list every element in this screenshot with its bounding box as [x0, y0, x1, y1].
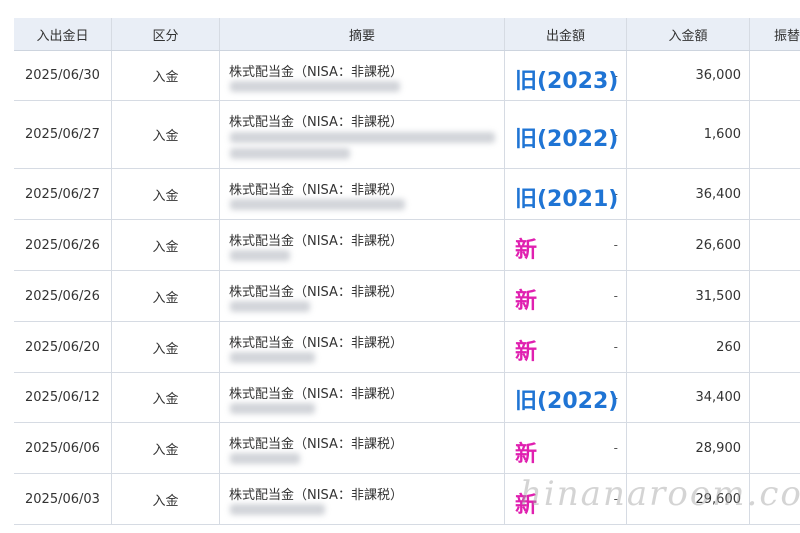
- table-row[interactable]: 2025/06/26 入金 株式配当金（NISA：非課税） 新 - 26,600: [14, 220, 800, 271]
- redacted-text: [230, 199, 405, 210]
- transfer-cell: [750, 169, 800, 219]
- redacted-text: [230, 148, 350, 159]
- summary-text: 株式配当金（NISA：非課税）: [229, 234, 403, 249]
- date-cell: 2025/06/27: [14, 101, 112, 168]
- date-cell: 2025/06/30: [14, 51, 112, 100]
- redacted-text: [230, 81, 400, 92]
- nisa-tag: 新: [515, 289, 538, 314]
- header-type[interactable]: 区分: [112, 18, 220, 50]
- withdrawal-cell: 旧(2022) -: [505, 373, 627, 422]
- transfer-cell: [750, 271, 800, 321]
- transfer-cell: [750, 423, 800, 473]
- type-cell: 入金: [112, 474, 220, 524]
- type-cell: 入金: [112, 220, 220, 270]
- withdrawal-cell: 旧(2021) -: [505, 169, 627, 219]
- type-cell: 入金: [112, 101, 220, 168]
- table-row[interactable]: 2025/06/27 入金 株式配当金（NISA：非課税） 旧(2022) - …: [14, 101, 800, 169]
- type-cell: 入金: [112, 322, 220, 372]
- type-cell: 入金: [112, 169, 220, 219]
- nisa-tag: 旧(2022): [515, 127, 619, 152]
- table-row[interactable]: 2025/06/26 入金 株式配当金（NISA：非課税） 新 - 31,500: [14, 271, 800, 322]
- summary-cell: 株式配当金（NISA：非課税）: [220, 423, 505, 473]
- nisa-tag: 新: [515, 238, 538, 263]
- transfer-cell: [750, 322, 800, 372]
- table-row[interactable]: 2025/06/30 入金 株式配当金（NISA：非課税） 旧(2023) - …: [14, 51, 800, 101]
- summary-cell: 株式配当金（NISA：非課税）: [220, 51, 505, 100]
- table-row[interactable]: 2025/06/27 入金 株式配当金（NISA：非課税） 旧(2021) - …: [14, 169, 800, 220]
- withdrawal-value: -: [613, 441, 618, 455]
- type-cell: 入金: [112, 423, 220, 473]
- redacted-text: [230, 301, 310, 312]
- summary-text: 株式配当金（NISA：非課税）: [229, 285, 403, 300]
- summary-cell: 株式配当金（NISA：非課税）: [220, 322, 505, 372]
- header-withdrawal[interactable]: 出金額: [505, 18, 627, 50]
- withdrawal-cell: 新 -: [505, 271, 627, 321]
- summary-text: 株式配当金（NISA：非課税）: [229, 115, 403, 130]
- summary-text: 株式配当金（NISA：非課税）: [229, 387, 403, 402]
- deposit-cell: 34,400: [627, 373, 750, 422]
- summary-cell: 株式配当金（NISA：非課税）: [220, 220, 505, 270]
- nisa-tag: 新: [515, 442, 538, 467]
- table-row[interactable]: 2025/06/06 入金 株式配当金（NISA：非課税） 新 - 28,900: [14, 423, 800, 474]
- header-transfer[interactable]: 振替: [750, 18, 800, 50]
- transaction-table: 入出金日 区分 摘要 出金額 入金額 振替 2025/06/30 入金 株式配当…: [14, 18, 800, 525]
- date-cell: 2025/06/20: [14, 322, 112, 372]
- type-cell: 入金: [112, 373, 220, 422]
- redacted-text: [230, 132, 495, 143]
- redacted-text: [230, 504, 325, 515]
- withdrawal-cell: 新 -: [505, 423, 627, 473]
- transfer-cell: [750, 51, 800, 100]
- date-cell: 2025/06/03: [14, 474, 112, 524]
- table-row[interactable]: 2025/06/20 入金 株式配当金（NISA：非課税） 新 - 260: [14, 322, 800, 373]
- type-cell: 入金: [112, 271, 220, 321]
- redacted-text: [230, 453, 300, 464]
- type-cell: 入金: [112, 51, 220, 100]
- summary-text: 株式配当金（NISA：非課税）: [229, 183, 403, 198]
- transfer-cell: [750, 373, 800, 422]
- table-header: 入出金日 区分 摘要 出金額 入金額 振替: [14, 18, 800, 51]
- header-deposit[interactable]: 入金額: [627, 18, 750, 50]
- nisa-tag: 旧(2023): [515, 69, 619, 94]
- header-summary[interactable]: 摘要: [220, 18, 505, 50]
- withdrawal-value: -: [613, 289, 618, 303]
- summary-text: 株式配当金（NISA：非課税）: [229, 336, 403, 351]
- date-cell: 2025/06/26: [14, 271, 112, 321]
- summary-cell: 株式配当金（NISA：非課税）: [220, 169, 505, 219]
- withdrawal-cell: 新 -: [505, 220, 627, 270]
- nisa-tag: 新: [515, 340, 538, 365]
- date-cell: 2025/06/27: [14, 169, 112, 219]
- deposit-cell: 36,400: [627, 169, 750, 219]
- table-row[interactable]: 2025/06/12 入金 株式配当金（NISA：非課税） 旧(2022) - …: [14, 373, 800, 423]
- deposit-cell: 28,900: [627, 423, 750, 473]
- nisa-tag: 旧(2022): [515, 389, 619, 414]
- withdrawal-cell: 旧(2023) -: [505, 51, 627, 100]
- transfer-cell: [750, 101, 800, 168]
- transfer-cell: [750, 220, 800, 270]
- date-cell: 2025/06/12: [14, 373, 112, 422]
- summary-cell: 株式配当金（NISA：非課税）: [220, 101, 505, 168]
- deposit-cell: 1,600: [627, 101, 750, 168]
- redacted-text: [230, 352, 315, 363]
- header-date[interactable]: 入出金日: [14, 18, 112, 50]
- summary-cell: 株式配当金（NISA：非課税）: [220, 271, 505, 321]
- deposit-cell: 31,500: [627, 271, 750, 321]
- deposit-cell: 260: [627, 322, 750, 372]
- deposit-cell: 26,600: [627, 220, 750, 270]
- watermark: hinanaroom.com: [520, 474, 800, 514]
- date-cell: 2025/06/26: [14, 220, 112, 270]
- nisa-tag: 旧(2021): [515, 187, 619, 212]
- redacted-text: [230, 403, 315, 414]
- summary-cell: 株式配当金（NISA：非課税）: [220, 373, 505, 422]
- deposit-cell: 36,000: [627, 51, 750, 100]
- summary-text: 株式配当金（NISA：非課税）: [229, 488, 403, 503]
- withdrawal-cell: 旧(2022) -: [505, 101, 627, 168]
- summary-text: 株式配当金（NISA：非課税）: [229, 65, 403, 80]
- summary-text: 株式配当金（NISA：非課税）: [229, 437, 403, 452]
- withdrawal-value: -: [613, 238, 618, 252]
- redacted-text: [230, 250, 290, 261]
- withdrawal-cell: 新 -: [505, 322, 627, 372]
- withdrawal-value: -: [613, 340, 618, 354]
- summary-cell: 株式配当金（NISA：非課税）: [220, 474, 505, 524]
- date-cell: 2025/06/06: [14, 423, 112, 473]
